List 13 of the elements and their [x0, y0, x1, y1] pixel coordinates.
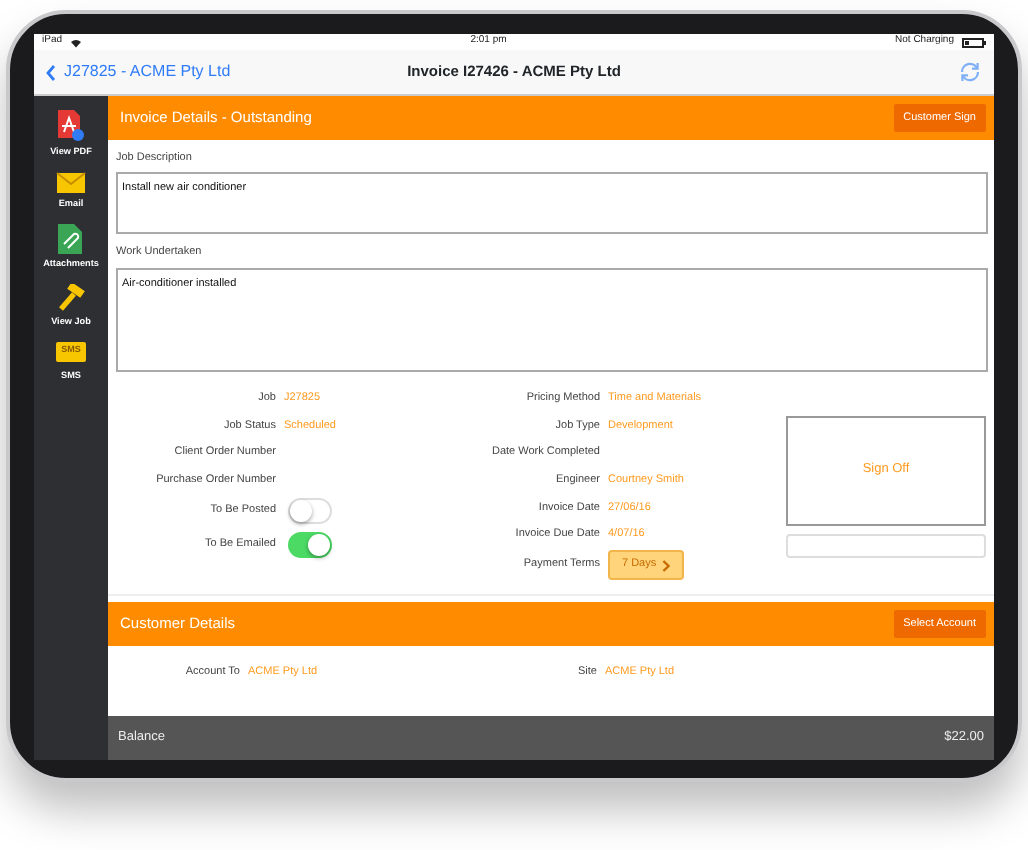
envelope-icon: [56, 171, 86, 194]
pdf-document-icon: [56, 110, 85, 142]
toggle-switch[interactable]: [288, 497, 332, 524]
chevron-left-icon: [46, 63, 56, 81]
battery-icon: [962, 37, 986, 47]
refresh-icon[interactable]: [958, 60, 982, 84]
signature-field[interactable]: [786, 533, 986, 557]
wifi-icon: [70, 37, 83, 47]
paperclip-document-icon: [58, 223, 83, 254]
hammer-icon: [57, 283, 85, 312]
toggle-switch[interactable]: [288, 531, 332, 558]
back-button[interactable]: J27825 - ACME Pty Ltd: [46, 60, 346, 84]
chevron-right-icon: [662, 559, 671, 572]
